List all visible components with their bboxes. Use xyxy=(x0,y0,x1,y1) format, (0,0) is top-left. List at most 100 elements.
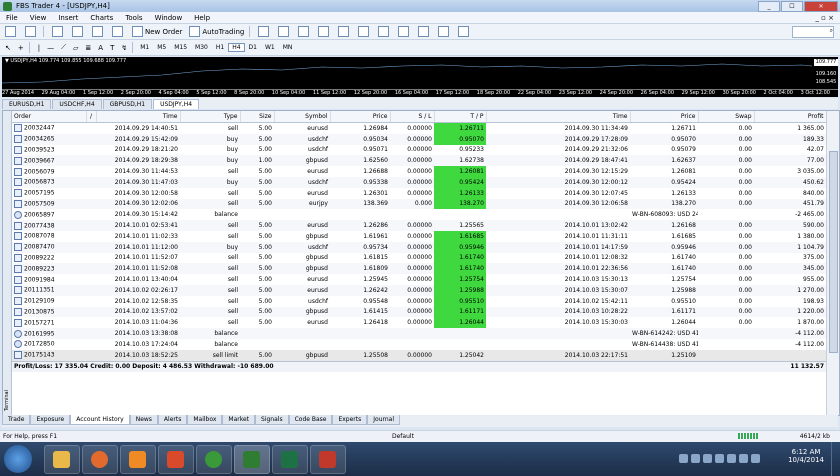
taskbar-excel[interactable] xyxy=(272,445,308,474)
tab-eurusd-h1[interactable]: EURUSD,H1 xyxy=(2,99,52,109)
search-input[interactable]: ⌕ xyxy=(792,25,834,38)
timeframe-h4-button[interactable]: H4 xyxy=(228,43,245,52)
table-row[interactable]: 20089222 2014.10.01 11:52:07 sell 5.00 gbpus… xyxy=(12,252,826,264)
tab-usdchf-h4[interactable]: USDCHF,H4 xyxy=(52,99,102,109)
menu-file[interactable]: File xyxy=(0,14,24,22)
table-row[interactable]: 20111351 2014.10.02 02:26:17 sell 5.00 eurus… xyxy=(12,284,826,296)
taskbar-explorer[interactable] xyxy=(44,445,80,474)
column-header-profit[interactable]: Profit xyxy=(754,111,827,123)
equidistant-channel-tool[interactable]: ▱ xyxy=(71,42,80,54)
table-row[interactable]: 20087078 2014.10.01 11:02:33 sell 5.00 gbpus… xyxy=(12,230,826,242)
column-header-time[interactable]: Time xyxy=(96,111,181,123)
tab-alerts[interactable]: Alerts xyxy=(157,415,188,425)
taskbar-fbs-trader[interactable] xyxy=(234,445,270,474)
start-button[interactable] xyxy=(4,445,32,473)
zoom-in-button[interactable] xyxy=(316,26,333,38)
column-header-sort[interactable]: / xyxy=(86,111,97,123)
tab-mailbox[interactable]: Mailbox xyxy=(187,415,223,425)
table-row[interactable]: 20039667 2014.09.29 18:29:38 buy 1.00 gbpusd… xyxy=(12,155,826,167)
candlestick-button[interactable] xyxy=(276,26,293,38)
menu-window[interactable]: Window xyxy=(149,14,189,22)
scrollbar-thumb[interactable] xyxy=(829,151,838,353)
tab-news[interactable]: News xyxy=(129,415,158,425)
tab-signals[interactable]: Signals xyxy=(255,415,289,425)
table-row[interactable]: 20065897 2014.09.30 15:14:42 balance W-BN-6… xyxy=(12,209,826,221)
maximize-button[interactable]: ☐ xyxy=(781,1,803,12)
taskbar-chrome[interactable] xyxy=(196,445,232,474)
fibonacci-tool[interactable]: ≣ xyxy=(83,42,93,54)
tab-code-base[interactable]: Code Base xyxy=(288,415,333,425)
tile-windows-button[interactable] xyxy=(356,26,373,38)
tray-icon[interactable] xyxy=(727,454,736,463)
menu-insert[interactable]: Insert xyxy=(52,14,84,22)
autoscroll-button[interactable] xyxy=(376,26,393,38)
new-order-button[interactable]: New Order xyxy=(130,26,184,38)
timeframe-h1-button[interactable]: H1 xyxy=(212,43,228,52)
tab-exposure[interactable]: Exposure xyxy=(30,415,71,425)
menu-charts[interactable]: Charts xyxy=(84,14,119,22)
table-row[interactable]: 20039523 2014.09.29 18:21:20 buy 5.00 usdchf… xyxy=(12,144,826,156)
table-row[interactable]: 20077438 2014.10.01 02:53:41 sell 5.00 eurus… xyxy=(12,220,826,231)
tab-experts[interactable]: Experts xyxy=(332,415,368,425)
volume-icon[interactable] xyxy=(739,454,748,463)
profiles-button[interactable] xyxy=(23,26,40,38)
navigator-button[interactable] xyxy=(90,26,107,38)
column-header-type[interactable]: Type xyxy=(180,111,241,123)
column-header-order[interactable]: Order xyxy=(12,111,87,123)
taskbar-media-player[interactable] xyxy=(120,445,156,474)
close-button[interactable]: ✕ xyxy=(804,1,838,12)
autotrading-button[interactable]: AutoTrading xyxy=(187,26,246,38)
column-header-close-time[interactable]: Time xyxy=(486,111,631,123)
tab-trade[interactable]: Trade xyxy=(2,415,31,425)
column-header-price[interactable]: Price xyxy=(330,111,391,123)
tab-journal[interactable]: Journal xyxy=(367,415,401,425)
timeframe-w1-button[interactable]: W1 xyxy=(261,43,279,52)
timeframe-d1-button[interactable]: D1 xyxy=(245,43,261,52)
horizontal-line-tool[interactable]: — xyxy=(45,42,56,54)
tab-usdjpy-h4[interactable]: USDJPY,H4 xyxy=(153,99,200,109)
tray-icon[interactable] xyxy=(691,454,700,463)
chart-shift-button[interactable] xyxy=(396,26,413,38)
table-row[interactable]: 20130875 2014.10.02 13:57:02 sell 5.00 gbpus… xyxy=(12,306,826,318)
price-chart[interactable]: ▼ USDJPY,H4 109.774 109.855 109.688 109.… xyxy=(2,57,838,97)
new-chart-button[interactable] xyxy=(3,26,20,38)
timeframe-m1-button[interactable]: M1 xyxy=(136,43,153,52)
vertical-scrollbar[interactable] xyxy=(826,111,839,415)
timeframe-m15-button[interactable]: M15 xyxy=(170,43,191,52)
periods-button[interactable] xyxy=(436,26,453,38)
timeframe-mn-button[interactable]: MN xyxy=(279,43,297,52)
taskbar-app[interactable] xyxy=(310,445,346,474)
minimize-button[interactable]: _ xyxy=(758,1,780,12)
tray-icon[interactable] xyxy=(679,454,688,463)
table-row[interactable]: 20175143 2014.10.03 18:52:25 sell limit 5.0… xyxy=(12,349,826,362)
table-row[interactable]: 20087470 2014.10.01 11:12:00 buy 5.00 usdchf… xyxy=(12,241,826,253)
column-header-swap[interactable]: Swap xyxy=(698,111,755,123)
vertical-line-tool[interactable]: | xyxy=(36,42,42,54)
indicators-button[interactable] xyxy=(416,26,433,38)
table-row[interactable]: 20057509 2014.09.30 12:02:06 sell 5.00 eurjp… xyxy=(12,198,826,210)
market-watch-button[interactable] xyxy=(50,26,67,38)
table-row[interactable]: 20056873 2014.09.30 11:47:03 buy 5.00 usdchf… xyxy=(12,176,826,188)
network-icon[interactable] xyxy=(751,454,760,463)
table-row[interactable]: 20056079 2014.09.30 11:44:53 sell 5.00 eurus… xyxy=(12,166,826,177)
tab-market[interactable]: Market xyxy=(222,415,256,425)
column-header-close-price[interactable]: Price xyxy=(630,111,699,123)
taskbar-store[interactable] xyxy=(158,445,194,474)
zoom-out-button[interactable] xyxy=(336,26,353,38)
tab-account-history[interactable]: Account History xyxy=(70,415,130,425)
taskbar-clock[interactable]: 6:12 AM 10/4/2014 xyxy=(788,448,824,464)
trendline-tool[interactable]: ⟋ xyxy=(59,42,68,54)
table-row[interactable]: 20161995 2014.10.03 13:38:08 balance W-BN-6… xyxy=(12,328,826,339)
table-row[interactable]: 20157271 2014.10.03 11:04:36 sell 5.00 eurus… xyxy=(12,317,826,329)
arrows-tool[interactable]: ↯ xyxy=(119,42,129,54)
tab-gbpusd-h1[interactable]: GBPUSD,H1 xyxy=(102,99,153,109)
table-row[interactable]: 20172850 2014.10.03 17:24:04 balance W-BN-6… xyxy=(12,338,826,350)
data-window-button[interactable] xyxy=(70,26,87,38)
timeframe-m5-button[interactable]: M5 xyxy=(153,43,170,52)
text-label-tool[interactable]: T xyxy=(108,42,116,54)
line-chart-button[interactable] xyxy=(296,26,313,38)
show-desktop-button[interactable] xyxy=(831,442,840,476)
menu-help[interactable]: Help xyxy=(188,14,216,22)
bar-chart-button[interactable] xyxy=(256,26,273,38)
table-row[interactable]: 20034265 2014.09.29 15:42:09 buy 5.00 usdchf… xyxy=(12,133,826,145)
